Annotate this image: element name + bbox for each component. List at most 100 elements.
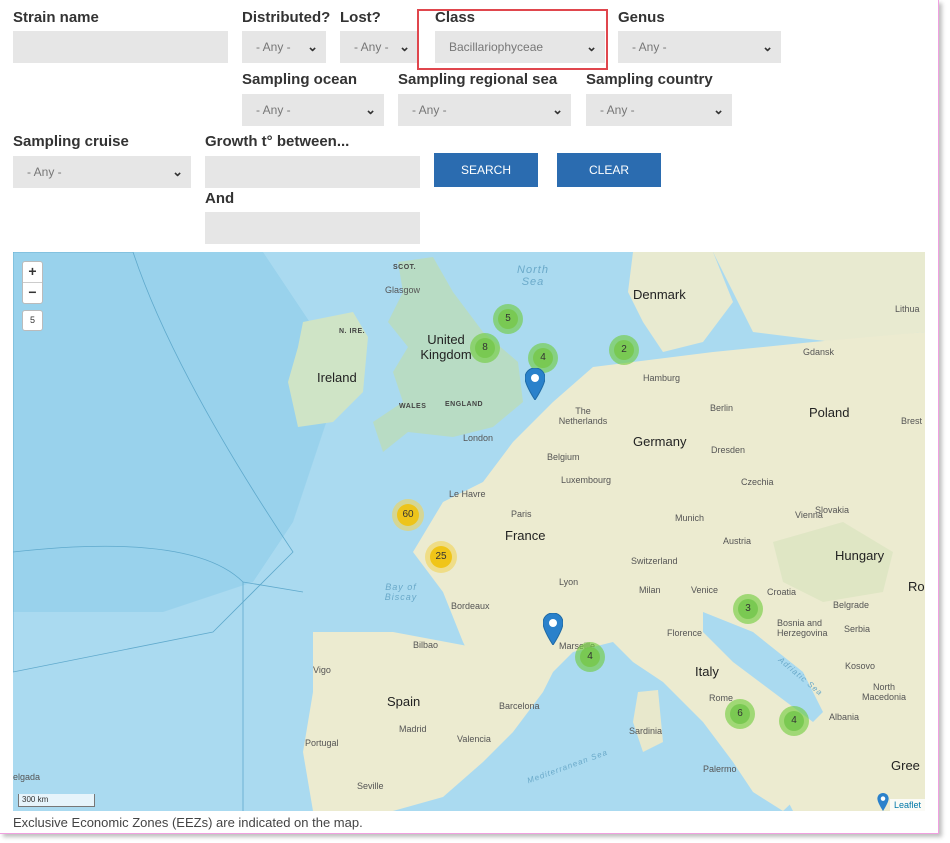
lost-select[interactable]: - Any - ⌄ [340, 31, 418, 63]
sampling-ocean-value: - Any - [256, 103, 291, 117]
map-label: Sardinia [629, 726, 663, 736]
distributed-label: Distributed? [242, 9, 331, 26]
map-view[interactable]: + − 5 SCOT. Glasgow N. IRE. United Kingd… [13, 252, 925, 811]
chevron-down-icon: ⌄ [552, 102, 563, 117]
genus-value: - Any - [632, 40, 667, 54]
chevron-down-icon: ⌄ [713, 102, 724, 117]
strain-name-input[interactable] [13, 31, 228, 63]
map-label: Venice [691, 585, 719, 595]
map-pin-icon[interactable] [543, 613, 563, 645]
map-label: Berlin [710, 403, 734, 413]
map-label: Seville [357, 781, 384, 791]
distributed-select[interactable]: - Any - ⌄ [242, 31, 326, 63]
map-label: Spain [387, 694, 421, 709]
growth-between-label: Growth t° between... [205, 133, 350, 150]
sampling-country-select[interactable]: - Any - ⌄ [586, 94, 732, 126]
sampling-regional-sea-select[interactable]: - Any - ⌄ [398, 94, 571, 126]
map-cluster-marker[interactable]: 8 [470, 333, 500, 363]
land-denmark [628, 252, 733, 352]
page-frame: Strain name Distributed? - Any - ⌄ Lost?… [0, 0, 939, 834]
map-label: Vigo [313, 665, 331, 675]
sampling-cruise-select[interactable]: - Any - ⌄ [13, 156, 191, 188]
map-label: Switzerland [631, 556, 678, 566]
map-label: Bordeaux [451, 601, 490, 611]
map-label: Barcelona [499, 701, 540, 711]
lost-label: Lost? [340, 9, 381, 26]
map-label: ENGLAND [445, 401, 484, 408]
map-label: Gree [891, 758, 920, 773]
map-label: Albania [829, 712, 860, 722]
sampling-regional-sea-value: - Any - [412, 103, 447, 117]
map-attribution-link[interactable]: Leaflet [889, 799, 925, 811]
growth-max-input[interactable] [205, 212, 420, 244]
map-label: Portugal [305, 738, 339, 748]
genus-label: Genus [618, 9, 665, 26]
map-label: France [505, 528, 546, 543]
sampling-country-value: - Any - [600, 103, 635, 117]
map-label: Le Havre [449, 489, 486, 499]
zoom-out-button[interactable]: − [23, 282, 42, 303]
map-cluster-marker[interactable]: 4 [779, 706, 809, 736]
map-label: Croatia [767, 587, 797, 597]
map-label: Munich [675, 513, 705, 523]
map-label: Lithua [895, 304, 920, 314]
distributed-value: - Any - [256, 40, 291, 54]
sampling-cruise-value: - Any - [27, 165, 62, 179]
search-button[interactable]: SEARCH [434, 153, 538, 187]
map-cluster-marker[interactable]: 5 [493, 304, 523, 334]
genus-select[interactable]: - Any - ⌄ [618, 31, 781, 63]
sampling-regional-sea-label: Sampling regional sea [398, 71, 558, 88]
chevron-down-icon: ⌄ [172, 164, 183, 179]
lost-value: - Any - [354, 40, 389, 54]
chevron-down-icon: ⌄ [399, 39, 410, 54]
map-label: Bilbao [413, 640, 439, 650]
eez-zone [13, 252, 343, 612]
growth-and-label: And [205, 190, 235, 207]
map-label: Kosovo [845, 661, 876, 671]
map-label: elgada [13, 772, 41, 782]
map-label: SCOT. [393, 264, 417, 271]
sampling-ocean-select[interactable]: - Any - ⌄ [242, 94, 384, 126]
map-label: Bay of Biscay [384, 582, 418, 602]
map-label: Brest [901, 416, 923, 426]
map-pin-icon[interactable] [875, 793, 891, 811]
zoom-level-indicator: 5 [22, 310, 43, 331]
map-label: Austria [723, 536, 752, 546]
map-label: Paris [511, 509, 532, 519]
map-label: Luxembourg [561, 475, 612, 485]
class-highlight-box [417, 9, 608, 70]
map-label: Valencia [457, 734, 491, 744]
map-label: North Sea [517, 264, 549, 288]
map-label: Slovakia [815, 505, 850, 515]
map-label: Germany [633, 434, 687, 449]
map-label: London [463, 433, 494, 443]
map-label: Italy [695, 664, 719, 679]
map-label: Ireland [317, 370, 357, 385]
chevron-down-icon: ⌄ [307, 39, 318, 54]
map-cluster-marker[interactable]: 25 [425, 541, 457, 573]
map-label: WALES [399, 403, 427, 410]
map-label: Glasgow [385, 285, 421, 295]
clear-button[interactable]: CLEAR [557, 153, 661, 187]
land-sardinia [633, 690, 663, 752]
map-cluster-marker[interactable]: 2 [609, 335, 639, 365]
strain-name-label: Strain name [13, 9, 99, 26]
chevron-down-icon: ⌄ [365, 102, 376, 117]
map-cluster-marker[interactable]: 4 [575, 642, 605, 672]
map-label: Milan [639, 585, 661, 595]
map-cluster-marker[interactable]: 3 [733, 594, 763, 624]
map-footnote: Exclusive Economic Zones (EEZs) are indi… [13, 815, 363, 830]
map-label: Denmark [633, 287, 686, 302]
map-label: North Macedonia [861, 682, 907, 702]
map-label: Gdansk [803, 347, 835, 357]
map-label: N. IRE. [339, 328, 366, 335]
map-label: Belgrade [833, 600, 870, 610]
map-cluster-marker[interactable]: 6 [725, 699, 755, 729]
map-label: Czechia [741, 477, 774, 487]
chevron-down-icon: ⌄ [762, 39, 773, 54]
zoom-in-button[interactable]: + [23, 262, 42, 282]
growth-min-input[interactable] [205, 156, 420, 188]
map-cluster-marker[interactable]: 60 [392, 499, 424, 531]
map-label: Hamburg [643, 373, 681, 383]
map-pin-icon[interactable] [525, 368, 545, 400]
